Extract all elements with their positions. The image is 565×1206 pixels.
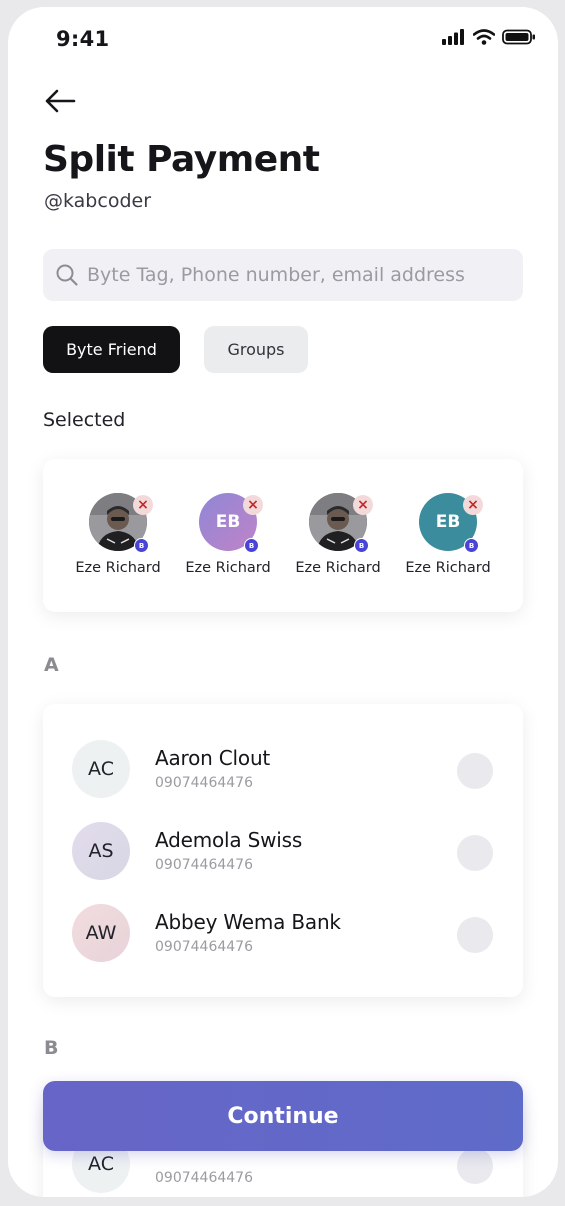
- remove-contact-button[interactable]: ×: [243, 495, 263, 515]
- contact-phone: 09074464476: [155, 1170, 253, 1186]
- contact-row[interactable]: AS Ademola Swiss 09074464476: [43, 808, 523, 888]
- user-handle: @kabcoder: [44, 190, 152, 212]
- contact-phone: 09074464476: [155, 857, 253, 873]
- remove-contact-button[interactable]: ×: [463, 495, 483, 515]
- selected-contact-name: Eze Richard: [405, 560, 491, 576]
- selected-contact[interactable]: EB × B Eze Richard: [173, 493, 283, 593]
- contact-select-radio[interactable]: [457, 835, 493, 871]
- contact-phone: 09074464476: [155, 939, 253, 955]
- search-icon: [56, 264, 78, 286]
- contact-avatar: AW: [72, 904, 130, 962]
- contacts-list-a: AC Aaron Clout 09074464476 AS Ademola Sw…: [43, 704, 523, 997]
- selected-contact-name: Eze Richard: [185, 560, 271, 576]
- phone-screen: 9:41 Split Payment @kabcoder Byte Tag, P…: [8, 7, 558, 1197]
- contact-avatar: AS: [72, 822, 130, 880]
- contact-name: Ademola Swiss: [155, 828, 303, 852]
- contact-row[interactable]: AW Abbey Wema Bank 09074464476: [43, 890, 523, 970]
- continue-button[interactable]: Continue: [43, 1081, 523, 1151]
- section-letter-b: B: [44, 1037, 59, 1059]
- search-bar[interactable]: [43, 249, 523, 301]
- byte-badge-icon: B: [464, 538, 479, 553]
- status-bar: 9:41: [8, 7, 558, 71]
- page-title: Split Payment: [43, 139, 320, 180]
- contact-phone: 09074464476: [155, 775, 253, 791]
- remove-contact-button[interactable]: ×: [133, 495, 153, 515]
- selected-contact-name: Eze Richard: [75, 560, 161, 576]
- selected-contact[interactable]: EB × B Eze Richard: [393, 493, 503, 593]
- status-time: 9:41: [56, 27, 110, 51]
- selected-heading: Selected: [43, 409, 126, 431]
- contact-select-radio[interactable]: [457, 1148, 493, 1184]
- selected-contact-name: Eze Richard: [295, 560, 381, 576]
- back-button[interactable]: [42, 85, 82, 117]
- contact-avatar: AC: [72, 740, 130, 798]
- arrow-left-icon: [45, 89, 76, 113]
- tab-byte-friend[interactable]: Byte Friend: [43, 326, 180, 373]
- selected-contact[interactable]: × B Eze Richard: [63, 493, 173, 593]
- contact-name: Aaron Clout: [155, 746, 271, 770]
- remove-contact-button[interactable]: ×: [353, 495, 373, 515]
- battery-icon: [502, 29, 535, 45]
- wifi-icon: [473, 29, 495, 45]
- tab-groups[interactable]: Groups: [204, 326, 308, 373]
- section-letter-a: A: [44, 654, 59, 676]
- contact-name: Abbey Wema Bank: [155, 910, 341, 934]
- contact-select-radio[interactable]: [457, 753, 493, 789]
- status-icons: [442, 29, 536, 45]
- selected-contacts-card: × B Eze Richard EB × B Eze Richard × B E…: [43, 459, 523, 612]
- selected-contact[interactable]: × B Eze Richard: [283, 493, 393, 593]
- signal-icon: [442, 29, 464, 45]
- search-input[interactable]: [87, 249, 507, 301]
- contact-select-radio[interactable]: [457, 917, 493, 953]
- byte-badge-icon: B: [354, 538, 369, 553]
- byte-badge-icon: B: [244, 538, 259, 553]
- contact-row[interactable]: AC Aaron Clout 09074464476: [43, 726, 523, 806]
- byte-badge-icon: B: [134, 538, 149, 553]
